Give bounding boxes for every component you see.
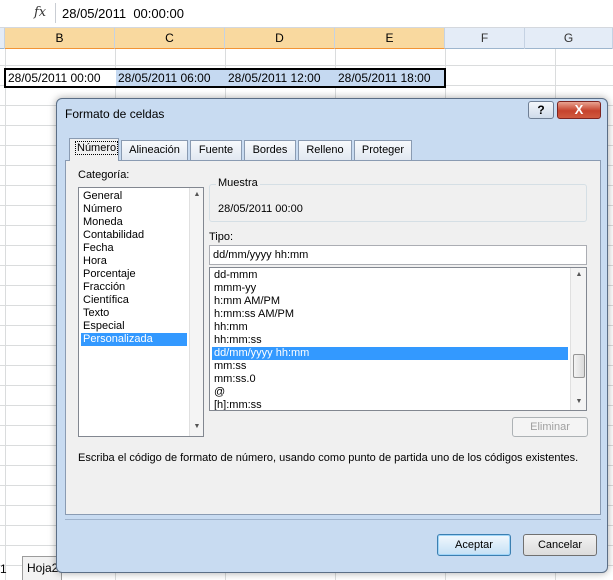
category-item[interactable]: Fecha xyxy=(81,242,187,255)
number-tab-panel: Categoría: General Número Moneda Contabi… xyxy=(65,160,601,515)
column-header-f[interactable]: F xyxy=(445,28,525,49)
scroll-down-icon[interactable]: ▼ xyxy=(190,420,204,434)
category-item-selected[interactable]: Personalizada xyxy=(81,333,187,346)
hint-text: Escriba el código de formato de número, … xyxy=(78,452,579,464)
category-item[interactable]: Científica xyxy=(81,294,187,307)
format-code-list[interactable]: dd-mmm mmm-yy h:mm AM/PM h:mm:ss AM/PM h… xyxy=(209,267,587,411)
format-item[interactable]: [h]:mm:ss xyxy=(212,399,568,410)
delete-button[interactable]: Eliminar xyxy=(512,417,588,437)
column-header-row: B C D E F G xyxy=(0,28,613,49)
scroll-down-icon[interactable]: ▼ xyxy=(572,395,586,409)
tab-fuente[interactable]: Fuente xyxy=(190,140,242,160)
category-scrollbar[interactable]: ▲ ▼ xyxy=(189,188,203,436)
category-item[interactable]: Hora xyxy=(81,255,187,268)
category-item[interactable]: Porcentaje xyxy=(81,268,187,281)
close-button[interactable]: X xyxy=(557,101,601,119)
tab-bordes[interactable]: Bordes xyxy=(244,140,296,160)
help-button[interactable]: ? xyxy=(528,101,554,119)
selected-range[interactable]: 28/05/2011 00:00 28/05/2011 06:00 28/05/… xyxy=(4,68,446,88)
category-item[interactable]: Contabilidad xyxy=(81,229,187,242)
tab-relleno[interactable]: Relleno xyxy=(298,140,352,160)
tab-numero-label: Número xyxy=(75,141,119,155)
sample-value: 28/05/2011 00:00 xyxy=(218,203,303,215)
column-header-c[interactable]: C xyxy=(115,28,225,49)
tab-alineacion[interactable]: Alineación xyxy=(121,140,188,160)
category-item[interactable]: General xyxy=(81,190,187,203)
category-item[interactable]: Especial xyxy=(81,320,187,333)
dialog-title: Formato de celdas xyxy=(65,107,165,121)
cell-e[interactable]: 28/05/2011 18:00 xyxy=(336,70,444,86)
formula-bar: fx 28/05/2011 00:00:00 xyxy=(0,0,613,28)
category-item[interactable]: Fracción xyxy=(81,281,187,294)
sample-group: Muestra 28/05/2011 00:00 xyxy=(209,177,587,222)
category-label: Categoría: xyxy=(78,169,130,181)
tab-strip: Número Alineación Fuente Bordes Relleno … xyxy=(65,138,601,162)
format-item[interactable]: dd-mmm xyxy=(212,269,568,282)
scroll-up-icon[interactable]: ▲ xyxy=(190,188,204,202)
format-item[interactable]: hh:mm:ss xyxy=(212,334,568,347)
ok-button[interactable]: Aceptar xyxy=(437,534,511,556)
cell-b[interactable]: 28/05/2011 00:00 xyxy=(6,70,116,86)
cell-d[interactable]: 28/05/2011 12:00 xyxy=(226,70,336,86)
cancel-button[interactable]: Cancelar xyxy=(523,534,597,556)
formula-separator xyxy=(55,3,56,23)
formula-input[interactable]: 28/05/2011 00:00:00 xyxy=(62,6,184,21)
format-item-selected[interactable]: dd/mm/yyyy hh:mm xyxy=(212,347,568,360)
format-item[interactable]: mmm-yy xyxy=(212,282,568,295)
format-item[interactable]: mm:ss.0 xyxy=(212,373,568,386)
type-input[interactable]: dd/mm/yyyy hh:mm xyxy=(209,245,587,265)
cell-c[interactable]: 28/05/2011 06:00 xyxy=(116,70,226,86)
format-item[interactable]: hh:mm xyxy=(212,321,568,334)
scroll-thumb[interactable] xyxy=(573,354,585,378)
type-label: Tipo: xyxy=(209,231,234,243)
format-item[interactable]: h:mm:ss AM/PM xyxy=(212,308,568,321)
category-list[interactable]: General Número Moneda Contabilidad Fecha… xyxy=(78,187,204,437)
column-header-g[interactable]: G xyxy=(525,28,613,49)
category-item[interactable]: Texto xyxy=(81,307,187,320)
scroll-up-icon[interactable]: ▲ xyxy=(572,268,586,282)
sheet-tab-1[interactable]: 1 xyxy=(0,558,14,580)
tab-numero[interactable]: Número xyxy=(69,138,119,161)
format-item[interactable]: mm:ss xyxy=(212,360,568,373)
format-item[interactable]: h:mm AM/PM xyxy=(212,295,568,308)
fx-icon[interactable]: fx xyxy=(34,5,52,21)
footer-divider xyxy=(65,519,601,520)
column-header-b[interactable]: B xyxy=(5,28,115,49)
category-item[interactable]: Número xyxy=(81,203,187,216)
column-header-d[interactable]: D xyxy=(225,28,335,49)
sample-label: Muestra xyxy=(216,177,260,189)
category-item[interactable]: Moneda xyxy=(81,216,187,229)
format-scrollbar[interactable]: ▲ ▼ xyxy=(570,268,586,410)
tab-proteger[interactable]: Proteger xyxy=(354,140,412,160)
column-header-e[interactable]: E xyxy=(335,28,445,49)
format-item[interactable]: @ xyxy=(212,386,568,399)
format-cells-dialog: Formato de celdas ? X Número Alineación … xyxy=(56,98,608,573)
